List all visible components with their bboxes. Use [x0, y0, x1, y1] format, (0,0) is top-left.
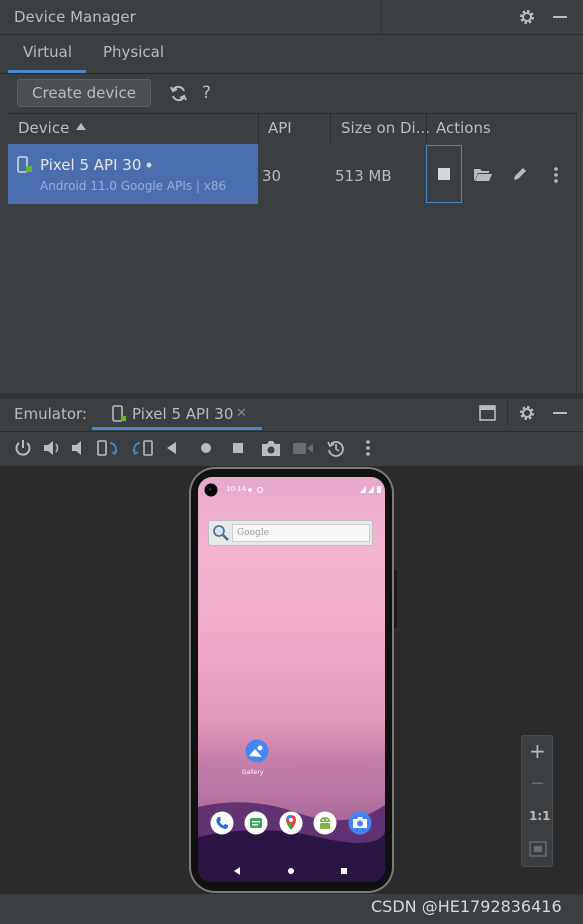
- camera-cutout-icon: [204, 483, 218, 497]
- gear-icon[interactable]: [518, 8, 536, 26]
- video-icon[interactable]: [292, 441, 314, 456]
- volume-up-icon[interactable]: [42, 439, 62, 457]
- folder-open-icon[interactable]: [473, 166, 493, 182]
- more-options-icon[interactable]: [552, 166, 560, 184]
- watermark: CSDN @HE1792836416: [371, 897, 562, 916]
- active-tab-indicator: [8, 70, 86, 73]
- emulator-label: Emulator:: [14, 405, 87, 423]
- column-header-api[interactable]: API: [268, 119, 292, 137]
- device-phone-icon: [112, 405, 126, 422]
- close-tab-icon[interactable]: ✕: [236, 406, 247, 421]
- help-icon[interactable]: ?: [202, 83, 211, 103]
- home-icon[interactable]: [198, 440, 214, 456]
- column-header-device[interactable]: Device: [18, 119, 69, 137]
- table-row-selected[interactable]: [8, 144, 258, 204]
- emulator-tab-label[interactable]: Pixel 5 API 30: [132, 405, 233, 423]
- right-gutter: [576, 113, 583, 393]
- status-time: 10:14: [226, 485, 247, 493]
- camera-app-icon[interactable]: [348, 811, 372, 835]
- header-divider: [381, 0, 382, 34]
- gallery-app-icon[interactable]: [245, 739, 269, 763]
- refresh-icon[interactable]: [169, 84, 188, 103]
- device-api: 30: [262, 167, 282, 185]
- column-header-actions: Actions: [436, 119, 491, 137]
- device-name: Pixel 5 API 30: [40, 156, 142, 174]
- tab-physical[interactable]: Physical: [103, 43, 164, 61]
- phone-back-icon[interactable]: [232, 866, 242, 876]
- google-search-input[interactable]: Google: [232, 524, 370, 542]
- rotate-right-icon[interactable]: [131, 439, 153, 457]
- status-signal-battery-icons: [360, 486, 381, 493]
- edit-pencil-icon[interactable]: [511, 165, 529, 183]
- maps-app-icon[interactable]: [279, 811, 303, 835]
- sort-ascending-icon[interactable]: [75, 122, 87, 132]
- column-divider: [426, 114, 427, 142]
- zoom-actual-size-button[interactable]: 1:1: [529, 809, 551, 823]
- phone-home-icon[interactable]: [286, 866, 296, 876]
- phone-side-button[interactable]: [394, 570, 397, 628]
- overview-icon[interactable]: [230, 440, 246, 456]
- messages-app-icon[interactable]: [244, 811, 268, 835]
- android-app-icon[interactable]: [313, 811, 337, 835]
- left-gutter: [0, 113, 8, 393]
- device-subtitle: Android 11.0 Google APIs | x86: [40, 179, 227, 193]
- minimize-icon[interactable]: [552, 10, 568, 24]
- power-icon[interactable]: [14, 439, 32, 457]
- search-icon: [213, 525, 229, 541]
- column-divider: [330, 114, 331, 142]
- rotate-left-icon[interactable]: [97, 439, 119, 457]
- stop-icon: [438, 168, 450, 180]
- more-options-icon[interactable]: [364, 439, 372, 457]
- device-phone-icon: [17, 156, 32, 173]
- volume-down-icon[interactable]: [70, 439, 86, 457]
- camera-icon[interactable]: [261, 440, 281, 457]
- back-icon[interactable]: [165, 440, 179, 456]
- snapshot-history-icon[interactable]: [326, 439, 346, 457]
- status-notification-icons: [248, 487, 263, 493]
- gear-icon[interactable]: [518, 404, 536, 422]
- window-layout-icon[interactable]: [479, 405, 496, 421]
- device-size: 513 MB: [335, 167, 392, 185]
- header-divider: [507, 401, 508, 425]
- zoom-out-button[interactable]: −: [530, 773, 545, 794]
- create-device-button[interactable]: Create device: [17, 79, 151, 107]
- tab-virtual[interactable]: Virtual: [23, 43, 72, 61]
- minimize-icon[interactable]: [552, 406, 568, 420]
- phone-overview-icon[interactable]: [339, 866, 349, 876]
- gallery-app-label: Gallery: [242, 769, 264, 776]
- fit-screen-icon[interactable]: [529, 841, 547, 857]
- tab-bar: [0, 35, 583, 74]
- column-divider: [258, 114, 259, 142]
- column-header-size[interactable]: Size on Di...: [341, 119, 430, 137]
- zoom-in-button[interactable]: +: [529, 739, 546, 763]
- phone-app-icon[interactable]: [210, 811, 234, 835]
- device-manager-title: Device Manager: [14, 8, 136, 26]
- active-tab-indicator: [92, 427, 262, 430]
- running-dot-icon: [146, 162, 152, 168]
